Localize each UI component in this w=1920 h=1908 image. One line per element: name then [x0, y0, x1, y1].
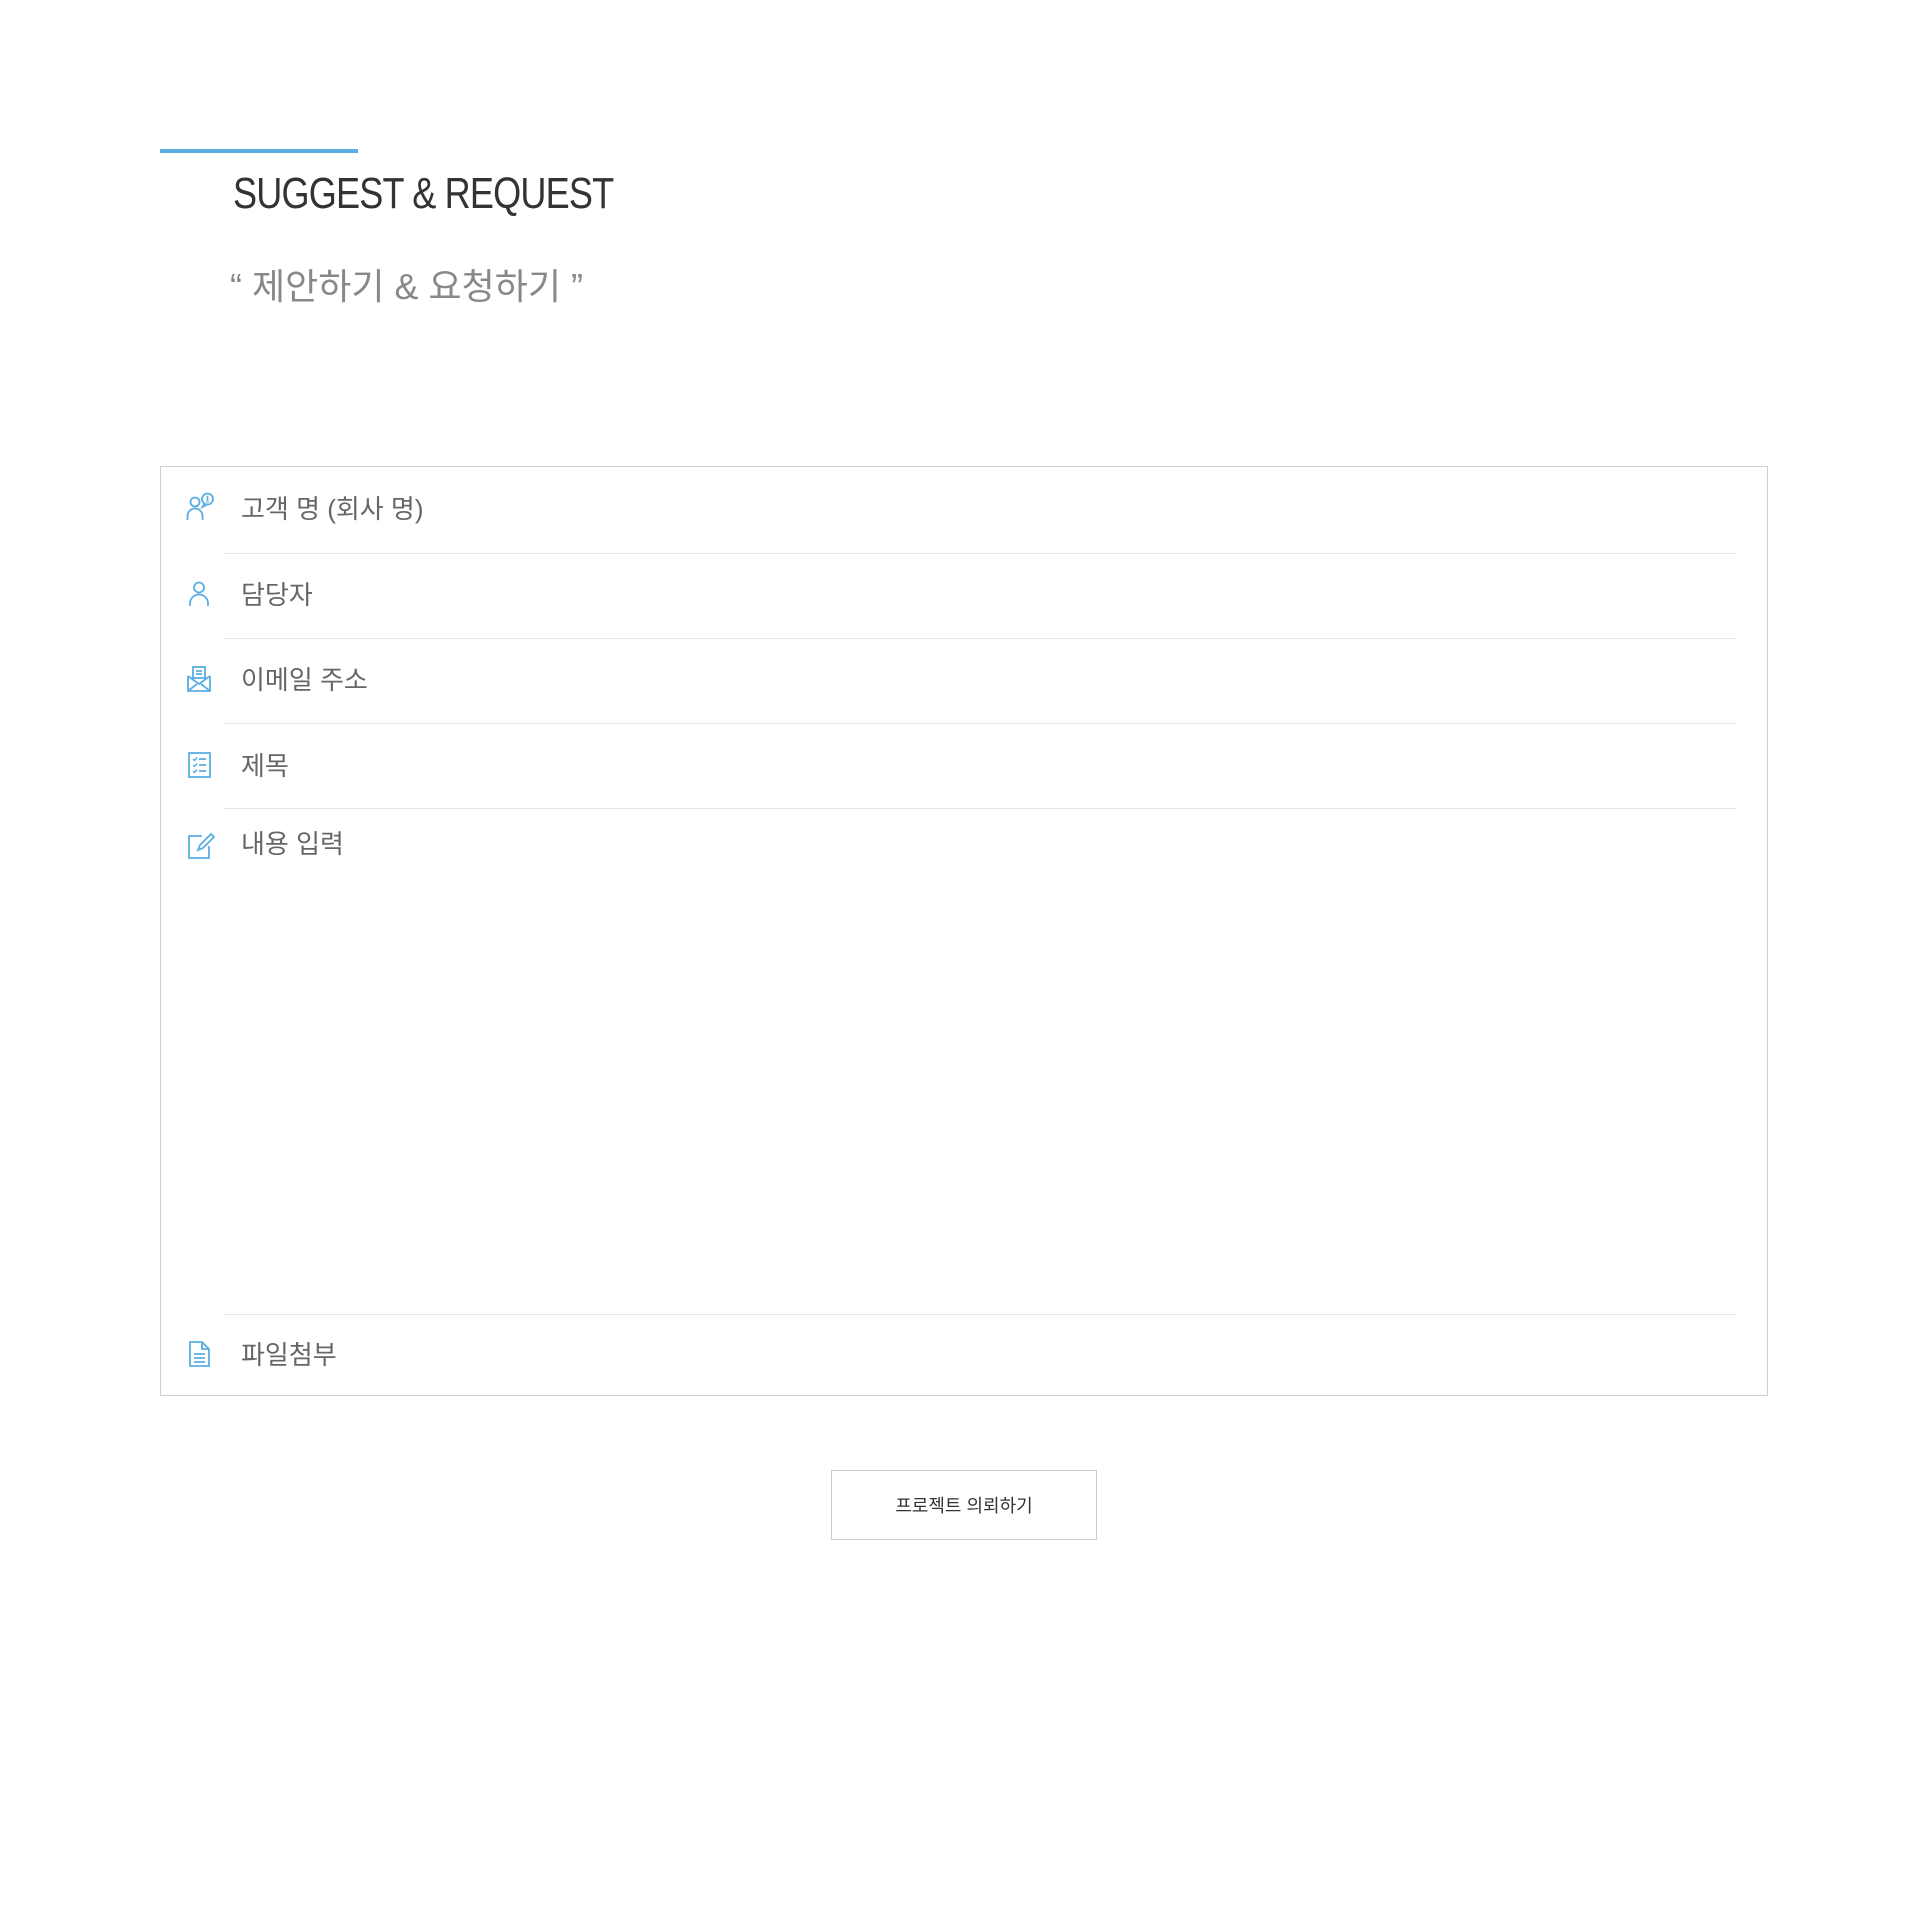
project-request-button[interactable]: 프로젝트 의뢰하기	[831, 1470, 1097, 1540]
envelope-icon	[185, 664, 215, 694]
page-title: SUGGEST & REQUEST	[233, 169, 614, 218]
content-textarea[interactable]	[241, 827, 1737, 1297]
request-form	[160, 466, 1768, 1396]
file-attach-input[interactable]	[241, 1337, 1737, 1373]
field-row-attachment[interactable]	[161, 1315, 1767, 1395]
customer-chat-icon	[185, 492, 215, 522]
person-icon	[185, 579, 215, 609]
customer-name-input[interactable]	[241, 491, 1737, 527]
field-row-contact-person	[161, 554, 1767, 638]
field-row-customer-name	[161, 467, 1767, 553]
page: SUGGEST & REQUEST “ 제안하기 & 요청하기 ” 고객 명 (…	[0, 0, 1920, 1908]
field-row-email	[161, 639, 1767, 723]
subject-input[interactable]	[241, 748, 1737, 784]
title-accent-bar	[160, 149, 358, 153]
page-subtitle: “ 제안하기 & 요청하기 ”	[230, 266, 583, 307]
edit-icon	[185, 831, 215, 861]
document-icon	[185, 1339, 215, 1369]
contact-person-input[interactable]	[241, 577, 1737, 613]
field-row-subject	[161, 724, 1767, 808]
field-row-content	[161, 809, 1767, 1314]
email-input[interactable]	[241, 662, 1737, 698]
checklist-icon	[185, 750, 215, 780]
